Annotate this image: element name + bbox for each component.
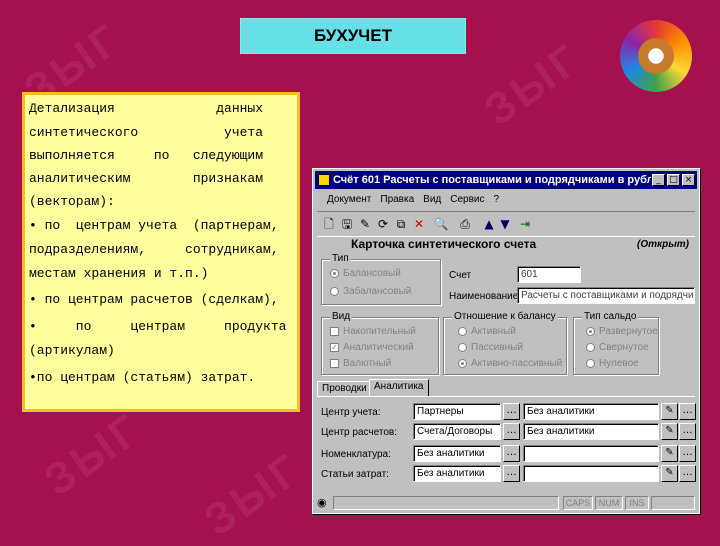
slide-title: БУХУЧЕТ (240, 18, 466, 54)
print-icon[interactable]: ⎙ (457, 216, 473, 232)
center-account-analytic-field[interactable]: Без аналитики (523, 403, 659, 420)
saldo-group: Тип сальдо Развернутое Свернутое Нулевое (573, 311, 659, 375)
menu-service[interactable]: Сервис (450, 194, 484, 205)
status-panel (333, 496, 559, 510)
account-field[interactable]: 601 (517, 266, 581, 283)
center-settlement-analytic-field[interactable]: Без аналитики (523, 423, 659, 440)
tab-divider (317, 396, 695, 397)
edit-icon[interactable]: ✎ (357, 216, 373, 232)
select-button[interactable]: … (679, 423, 696, 440)
copy-icon[interactable]: ⧉ (393, 216, 409, 232)
select-button[interactable]: … (679, 403, 696, 420)
type-offbalance-radio[interactable]: Забалансовый (330, 286, 411, 297)
toolbar: 🗋 🖫 ✎ ⟳ ⧉ ✕ 🔍 ⎙ ▲ ▼ ⇥ (317, 211, 695, 237)
text-line: подразделениям, сотрудникам, (29, 242, 279, 257)
select-button[interactable]: … (503, 445, 520, 462)
kind-currency-checkbox[interactable]: Валютный (330, 358, 391, 369)
status-icon: ◉ (317, 496, 327, 509)
kind-cumulative-checkbox[interactable]: Накопительный (330, 326, 416, 337)
ins-indicator: INS (625, 496, 649, 510)
center-account-field[interactable]: Партнеры (413, 403, 501, 420)
edit-icon[interactable]: ✎ (661, 465, 678, 482)
edit-icon[interactable]: ✎ (661, 445, 678, 462)
save-icon[interactable]: 🖫 (339, 216, 355, 232)
select-button[interactable]: … (503, 465, 520, 482)
status-bar: ◉ CAPS NUM INS (315, 495, 697, 511)
nomenclature-analytic-field[interactable] (523, 445, 659, 462)
nomenclature-field[interactable]: Без аналитики (413, 445, 501, 462)
text-line: синтетического учета (29, 125, 264, 140)
name-field[interactable]: Расчеты с поставщиками и подрядчиками (517, 287, 695, 304)
balance-group-label: Отношение к балансу (452, 311, 558, 322)
num-indicator: NUM (595, 496, 623, 510)
text-line: • по центрам учета (партнерам, (29, 218, 279, 233)
text-line: выполняется по следующим (29, 148, 264, 163)
saldo-expanded-radio[interactable]: Развернутое (586, 326, 658, 337)
account-window: Счёт 601 Расчеты с поставщиками и подряд… (312, 168, 700, 514)
maximize-button[interactable]: □ (667, 174, 680, 186)
arrow-down-icon[interactable]: ▼ (497, 216, 513, 232)
row-label: Статьи затрат: (321, 469, 389, 480)
text-line: Детализация данных (29, 101, 264, 116)
status-panel-end (651, 496, 695, 510)
type-group: Тип Балансовый Забалансовый (321, 253, 441, 305)
card-title: Карточка синтетического счета (351, 237, 537, 251)
kind-analytic-checkbox[interactable]: ✓ Аналитический (330, 342, 414, 353)
tab-postings[interactable]: Проводки (317, 381, 372, 397)
account-label: Счет (449, 270, 472, 281)
preview-icon[interactable]: 🔍 (433, 216, 449, 232)
balance-group: Отношение к балансу Активный Пассивный А… (443, 311, 567, 375)
balance-activepassive-radio[interactable]: Активно-пассивный (458, 358, 562, 369)
menu-document[interactable]: Документ (327, 194, 371, 205)
menu-help[interactable]: ? (494, 194, 500, 205)
status-open: (Открыт) (637, 239, 689, 250)
exit-icon[interactable]: ⇥ (517, 216, 533, 232)
edit-icon[interactable]: ✎ (661, 423, 678, 440)
text-line: • по центрам продукта (29, 319, 287, 334)
caps-indicator: CAPS (563, 496, 593, 510)
saldo-zero-radio[interactable]: Нулевое (586, 358, 639, 369)
saldo-collapsed-radio[interactable]: Свернутое (586, 342, 649, 353)
text-line: аналитическим признакам (29, 171, 264, 186)
saldo-group-label: Тип сальдо (582, 311, 639, 322)
delete-icon[interactable]: ✕ (411, 216, 427, 232)
text-line: местам хранения и т.п.) (29, 266, 209, 281)
kind-group: Вид Накопительный ✓ Аналитический Валютны… (321, 311, 439, 375)
select-button[interactable]: … (503, 423, 520, 440)
row-label: Центр расчетов: (321, 427, 397, 438)
text-line: •по центрам (статьям) затрат. (29, 370, 256, 385)
window-titlebar: Счёт 601 Расчеты с поставщиками и подряд… (315, 171, 697, 189)
edit-icon[interactable]: ✎ (661, 403, 678, 420)
text-line: (векторам): (29, 194, 115, 209)
center-settlement-field[interactable]: Счета/Договоры (413, 423, 501, 440)
menu-bar: Документ Правка Вид Сервис ? (327, 194, 499, 205)
logo-icon (620, 20, 692, 92)
expense-items-field[interactable]: Без аналитики (413, 465, 501, 482)
menu-edit[interactable]: Правка (380, 194, 414, 205)
window-title: Счёт 601 Расчеты с поставщиками и подряд… (333, 174, 651, 186)
type-group-label: Тип (330, 253, 351, 264)
row-label: Центр учета: (321, 407, 381, 418)
select-button[interactable]: … (679, 465, 696, 482)
row-label: Номенклатура: (321, 449, 391, 460)
balance-passive-radio[interactable]: Пассивный (458, 342, 523, 353)
tab-analytics[interactable]: Аналитика (369, 379, 429, 397)
text-line: • по центрам расчетов (сделкам), (29, 292, 279, 307)
minimize-button[interactable]: _ (652, 174, 665, 186)
text-panel: Детализация данных синтетического учета … (22, 92, 300, 412)
balance-active-radio[interactable]: Активный (458, 326, 516, 337)
refresh-icon[interactable]: ⟳ (375, 216, 391, 232)
select-button[interactable]: … (679, 445, 696, 462)
expense-items-analytic-field[interactable] (523, 465, 659, 482)
kind-group-label: Вид (330, 311, 353, 322)
new-icon[interactable]: 🗋 (321, 216, 337, 232)
menu-view[interactable]: Вид (423, 194, 441, 205)
close-button[interactable]: × (682, 174, 695, 186)
name-label: Наименование: (449, 291, 522, 302)
app-icon (318, 174, 330, 186)
type-balance-radio[interactable]: Балансовый (330, 268, 401, 279)
text-line: (артикулам) (29, 343, 115, 358)
select-button[interactable]: … (503, 403, 520, 420)
arrow-up-icon[interactable]: ▲ (481, 216, 497, 232)
